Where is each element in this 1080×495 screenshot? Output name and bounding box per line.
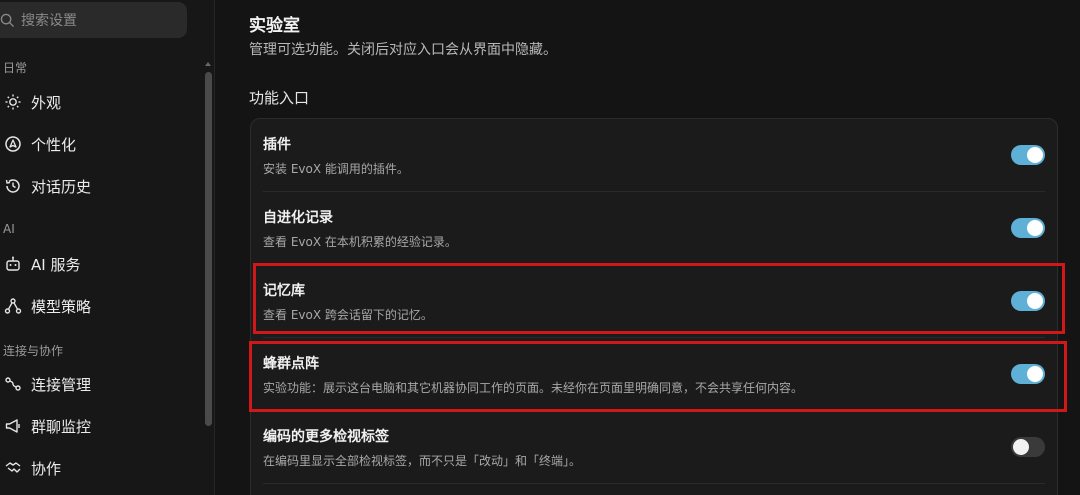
compass-icon xyxy=(5,136,21,152)
feature-row-memory: 记忆库 查看 EvoX 跨会话留下的记忆。 xyxy=(251,265,1057,337)
section-label-daily: 日常 xyxy=(3,61,28,75)
feature-toggle-swarm-matrix[interactable] xyxy=(1011,364,1045,384)
sidebar-item-model-strategy[interactable]: 模型策略 xyxy=(0,289,200,323)
feature-row-swarm-matrix: 蜂群点阵 实验功能：展示这台电脑和其它机器协同工作的页面。未经你在页面里明确同意… xyxy=(251,338,1057,410)
section-label-ai: AI xyxy=(3,222,15,236)
sidebar-item-group-chat-monitor[interactable]: 群聊监控 xyxy=(0,409,200,443)
feature-toggle-memory[interactable] xyxy=(1011,291,1045,311)
sidebar-item-label: 外观 xyxy=(31,93,62,112)
feature-description: 实验功能：展示这台电脑和其它机器协同工作的页面。未经你在页面里明确同意，不会共享… xyxy=(263,381,804,395)
page-title: 实验室 xyxy=(249,16,300,36)
feature-title: 插件 xyxy=(263,137,291,153)
feature-toggle-plugins[interactable] xyxy=(1011,145,1045,165)
group-title: 功能入口 xyxy=(249,89,310,107)
sidebar-item-collaboration[interactable]: 协作 xyxy=(0,451,200,485)
toggle-knob xyxy=(1027,293,1043,309)
connection-icon xyxy=(5,377,21,391)
sidebar-item-label: 连接管理 xyxy=(31,375,92,394)
feature-description: 在编码里显示全部检视标签，而不只是「改动」和「终端」。 xyxy=(263,454,582,468)
search-icon xyxy=(0,13,15,27)
network-icon xyxy=(4,298,22,314)
handshake-icon xyxy=(5,462,21,473)
feature-list-card: 插件 安装 EvoX 能调用的插件。 自进化记录 查看 EvoX 在本机积累的经… xyxy=(250,118,1058,495)
feature-toggle-self-evolution[interactable] xyxy=(1011,218,1045,238)
sidebar-item-chat-history[interactable]: 对话历史 xyxy=(0,169,200,203)
sidebar-item-label: 群聊监控 xyxy=(31,417,92,436)
sidebar-item-connection-management[interactable]: 连接管理 xyxy=(0,367,200,401)
feature-row-coding-tabs: 编码的更多检视标签 在编码里显示全部检视标签，而不只是「改动」和「终端」。 xyxy=(251,411,1057,483)
toggle-knob xyxy=(1013,439,1029,455)
sidebar-item-appearance[interactable]: 外观 xyxy=(0,85,200,119)
section-label-connect: 连接与协作 xyxy=(3,344,64,358)
sidebar-item-label: 对话历史 xyxy=(31,177,92,196)
search-input[interactable]: 搜索设置 xyxy=(0,2,187,38)
history-icon xyxy=(5,179,20,193)
megaphone-icon xyxy=(5,419,20,433)
sidebar-item-label: 个性化 xyxy=(31,135,77,154)
sidebar-item-label: 模型策略 xyxy=(31,297,92,316)
scroll-up-arrow-icon[interactable] xyxy=(205,62,211,66)
feature-description: 查看 EvoX 跨会话留下的记忆。 xyxy=(263,308,433,322)
search-placeholder: 搜索设置 xyxy=(21,13,77,29)
sidebar-item-personalization[interactable]: 个性化 xyxy=(0,127,200,161)
sidebar-item-label: 协作 xyxy=(31,459,62,478)
row-divider xyxy=(263,483,1045,484)
feature-row-self-evolution: 自进化记录 查看 EvoX 在本机积累的经验记录。 xyxy=(251,192,1057,264)
feature-title: 编码的更多检视标签 xyxy=(263,429,389,445)
feature-title: 记忆库 xyxy=(263,283,305,299)
feature-title: 蜂群点阵 xyxy=(263,356,319,372)
sidebar: 搜索设置 日常 外观 个性化 对话历史 AI AI 服务 模型策略 连接与协作 … xyxy=(0,0,215,495)
toggle-knob xyxy=(1027,147,1043,163)
main-panel: 实验室 管理可选功能。关闭后对应入口会从界面中隐藏。 功能入口 插件 安装 Ev… xyxy=(216,0,1080,495)
bot-icon xyxy=(6,256,20,271)
toggle-knob xyxy=(1027,366,1043,382)
page-subtitle: 管理可选功能。关闭后对应入口会从界面中隐藏。 xyxy=(249,42,557,58)
scrollbar-thumb[interactable] xyxy=(205,72,212,426)
toggle-knob xyxy=(1027,220,1043,236)
feature-description: 安装 EvoX 能调用的插件。 xyxy=(263,162,409,176)
sidebar-item-label: AI 服务 xyxy=(31,255,81,274)
feature-row-plugins: 插件 安装 EvoX 能调用的插件。 xyxy=(251,119,1057,191)
sidebar-item-ai-service[interactable]: AI 服务 xyxy=(0,247,200,281)
sidebar-scrollbar[interactable] xyxy=(205,62,212,428)
sun-icon xyxy=(5,94,21,110)
feature-title: 自进化记录 xyxy=(263,210,333,226)
feature-toggle-coding-tabs[interactable] xyxy=(1011,437,1045,457)
feature-description: 查看 EvoX 在本机积累的经验记录。 xyxy=(263,235,457,249)
